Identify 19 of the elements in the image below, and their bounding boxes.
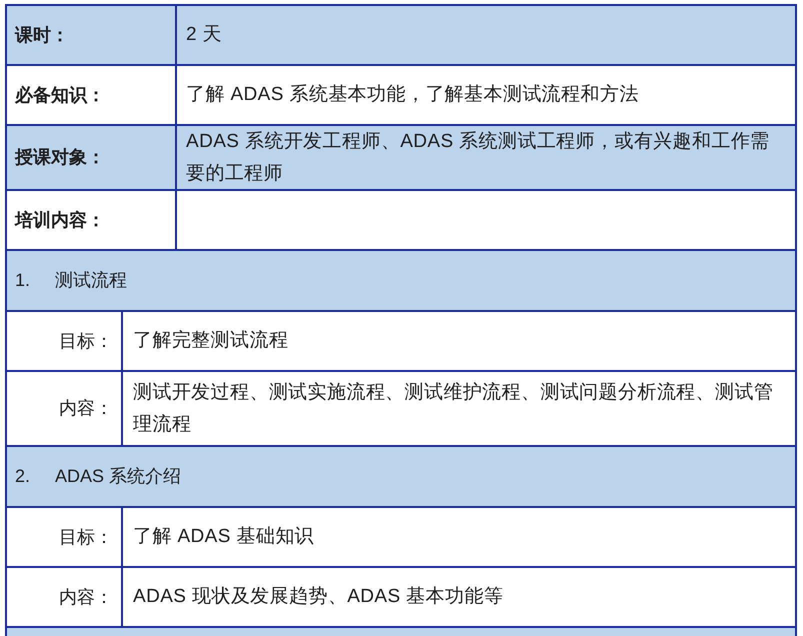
row-value: ADAS 系统开发工程师、ADAS 系统测试工程师，或有兴趣和工作需要的工程师 <box>186 130 771 186</box>
detail-label: 内容： <box>59 586 113 608</box>
row-label: 必备知识： <box>15 84 105 106</box>
row-value: 2 天 <box>186 23 222 47</box>
row-label: 培训内容： <box>15 208 105 232</box>
module-number: 2. <box>15 465 32 488</box>
detail-value: 了解 ADAS 基础知识 <box>133 525 314 549</box>
module-title: ADAS 系统介绍 <box>55 465 182 488</box>
detail-value: 了解完整测试流程 <box>133 329 288 353</box>
module-number: 1. <box>15 269 32 292</box>
detail-label: 目标： <box>59 330 113 352</box>
row-value: 了解 ADAS 系统基本功能，了解基本测试流程和方法 <box>186 83 639 107</box>
row-label: 授课对象： <box>15 146 105 169</box>
module-title: 测试流程 <box>55 269 127 292</box>
detail-label: 内容： <box>59 397 113 420</box>
detail-value: ADAS 现状及发展趋势、ADAS 基本功能等 <box>133 585 504 609</box>
detail-label: 目标： <box>59 526 113 548</box>
row-label: 课时： <box>15 24 69 46</box>
detail-value: 测试开发过程、测试实施流程、测试维护流程、测试问题分析流程、测试管理流程 <box>133 380 774 436</box>
